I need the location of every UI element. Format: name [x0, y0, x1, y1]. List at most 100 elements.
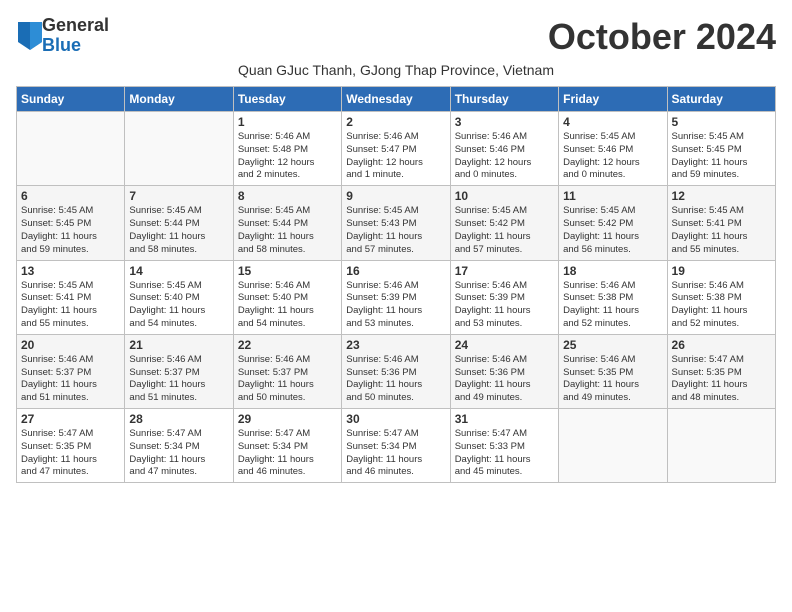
calendar-cell: 12 Sunrise: 5:45 AM Sunset: 5:41 PM Dayli…	[667, 186, 775, 260]
day-number: 16	[346, 264, 445, 278]
day-info: Sunrise: 5:46 AM Sunset: 5:37 PM Dayligh…	[129, 354, 228, 405]
calendar-cell: 19 Sunrise: 5:46 AM Sunset: 5:38 PM Dayli…	[667, 260, 775, 334]
day-header-wednesday: Wednesday	[342, 87, 450, 112]
calendar-cell: 5 Sunrise: 5:45 AM Sunset: 5:45 PM Daylig…	[667, 112, 775, 186]
calendar-cell: 4 Sunrise: 5:45 AM Sunset: 5:46 PM Daylig…	[559, 112, 667, 186]
calendar-week-row: 1 Sunrise: 5:46 AM Sunset: 5:48 PM Daylig…	[17, 112, 776, 186]
logo: General Blue	[16, 16, 109, 56]
day-info: Sunrise: 5:46 AM Sunset: 5:36 PM Dayligh…	[346, 354, 445, 405]
calendar-cell: 21 Sunrise: 5:46 AM Sunset: 5:37 PM Dayli…	[125, 334, 233, 408]
day-number: 28	[129, 412, 228, 426]
day-number: 7	[129, 189, 228, 203]
calendar-cell	[667, 409, 775, 483]
day-info: Sunrise: 5:45 AM Sunset: 5:46 PM Dayligh…	[563, 131, 662, 182]
day-info: Sunrise: 5:45 AM Sunset: 5:41 PM Dayligh…	[672, 205, 771, 256]
day-number: 9	[346, 189, 445, 203]
calendar-cell	[125, 112, 233, 186]
day-number: 30	[346, 412, 445, 426]
day-number: 24	[455, 338, 554, 352]
calendar-cell: 29 Sunrise: 5:47 AM Sunset: 5:34 PM Dayli…	[233, 409, 341, 483]
calendar-cell: 9 Sunrise: 5:45 AM Sunset: 5:43 PM Daylig…	[342, 186, 450, 260]
day-number: 29	[238, 412, 337, 426]
calendar-week-row: 27Sunrise: 5:47 AM Sunset: 5:35 PM Dayli…	[17, 409, 776, 483]
location-subtitle: Quan GJuc Thanh, GJong Thap Province, Vi…	[16, 62, 776, 78]
calendar-cell: 25 Sunrise: 5:46 AM Sunset: 5:35 PM Dayli…	[559, 334, 667, 408]
day-info: Sunrise: 5:46 AM Sunset: 5:36 PM Dayligh…	[455, 354, 554, 405]
day-info: Sunrise: 5:45 AM Sunset: 5:42 PM Dayligh…	[455, 205, 554, 256]
day-number: 19	[672, 264, 771, 278]
calendar-cell: 22 Sunrise: 5:46 AM Sunset: 5:37 PM Dayli…	[233, 334, 341, 408]
day-header-tuesday: Tuesday	[233, 87, 341, 112]
day-info: Sunrise: 5:46 AM Sunset: 5:37 PM Dayligh…	[21, 354, 120, 405]
day-number: 14	[129, 264, 228, 278]
day-info: Sunrise: 5:46 AM Sunset: 5:35 PM Dayligh…	[563, 354, 662, 405]
day-info: Sunrise: 5:45 AM Sunset: 5:44 PM Dayligh…	[129, 205, 228, 256]
day-number: 8	[238, 189, 337, 203]
day-info: Sunrise: 5:46 AM Sunset: 5:39 PM Dayligh…	[346, 280, 445, 331]
day-info: Sunrise: 5:46 AM Sunset: 5:47 PM Dayligh…	[346, 131, 445, 182]
day-info: Sunrise: 5:46 AM Sunset: 5:46 PM Dayligh…	[455, 131, 554, 182]
calendar-cell: 8Sunrise: 5:45 AM Sunset: 5:44 PM Daylig…	[233, 186, 341, 260]
calendar-cell: 20Sunrise: 5:46 AM Sunset: 5:37 PM Dayli…	[17, 334, 125, 408]
calendar-cell: 2 Sunrise: 5:46 AM Sunset: 5:47 PM Daylig…	[342, 112, 450, 186]
day-number: 6	[21, 189, 120, 203]
calendar-cell: 16 Sunrise: 5:46 AM Sunset: 5:39 PM Dayli…	[342, 260, 450, 334]
calendar-week-row: 20Sunrise: 5:46 AM Sunset: 5:37 PM Dayli…	[17, 334, 776, 408]
day-number: 17	[455, 264, 554, 278]
day-info: Sunrise: 5:46 AM Sunset: 5:48 PM Dayligh…	[238, 131, 337, 182]
day-number: 22	[238, 338, 337, 352]
day-number: 21	[129, 338, 228, 352]
calendar-cell: 17Sunrise: 5:46 AM Sunset: 5:39 PM Dayli…	[450, 260, 558, 334]
day-info: Sunrise: 5:45 AM Sunset: 5:42 PM Dayligh…	[563, 205, 662, 256]
calendar-cell: 3Sunrise: 5:46 AM Sunset: 5:46 PM Daylig…	[450, 112, 558, 186]
calendar-cell: 24 Sunrise: 5:46 AM Sunset: 5:36 PM Dayli…	[450, 334, 558, 408]
calendar-cell: 7 Sunrise: 5:45 AM Sunset: 5:44 PM Daylig…	[125, 186, 233, 260]
day-number: 26	[672, 338, 771, 352]
day-number: 2	[346, 115, 445, 129]
page-header: General Blue October 2024	[16, 16, 776, 58]
day-info: Sunrise: 5:47 AM Sunset: 5:35 PM Dayligh…	[672, 354, 771, 405]
day-info: Sunrise: 5:46 AM Sunset: 5:40 PM Dayligh…	[238, 280, 337, 331]
calendar-cell: 26 Sunrise: 5:47 AM Sunset: 5:35 PM Dayli…	[667, 334, 775, 408]
day-number: 13	[21, 264, 120, 278]
calendar-cell: 23 Sunrise: 5:46 AM Sunset: 5:36 PM Dayli…	[342, 334, 450, 408]
day-info: Sunrise: 5:45 AM Sunset: 5:41 PM Dayligh…	[21, 280, 120, 331]
day-number: 18	[563, 264, 662, 278]
day-header-friday: Friday	[559, 87, 667, 112]
day-number: 12	[672, 189, 771, 203]
day-info: Sunrise: 5:47 AM Sunset: 5:34 PM Dayligh…	[346, 428, 445, 479]
calendar-cell: 27Sunrise: 5:47 AM Sunset: 5:35 PM Dayli…	[17, 409, 125, 483]
calendar-cell: 28 Sunrise: 5:47 AM Sunset: 5:34 PM Dayli…	[125, 409, 233, 483]
day-info: Sunrise: 5:45 AM Sunset: 5:43 PM Dayligh…	[346, 205, 445, 256]
calendar-cell: 15Sunrise: 5:46 AM Sunset: 5:40 PM Dayli…	[233, 260, 341, 334]
day-info: Sunrise: 5:46 AM Sunset: 5:38 PM Dayligh…	[563, 280, 662, 331]
day-info: Sunrise: 5:47 AM Sunset: 5:33 PM Dayligh…	[455, 428, 554, 479]
day-number: 23	[346, 338, 445, 352]
day-number: 11	[563, 189, 662, 203]
day-info: Sunrise: 5:46 AM Sunset: 5:37 PM Dayligh…	[238, 354, 337, 405]
logo-icon	[18, 22, 42, 50]
day-info: Sunrise: 5:47 AM Sunset: 5:34 PM Dayligh…	[238, 428, 337, 479]
logo-general-text: General	[42, 16, 109, 36]
day-number: 1	[238, 115, 337, 129]
month-title: October 2024	[548, 16, 776, 58]
day-info: Sunrise: 5:46 AM Sunset: 5:38 PM Dayligh…	[672, 280, 771, 331]
day-info: Sunrise: 5:45 AM Sunset: 5:45 PM Dayligh…	[672, 131, 771, 182]
day-number: 4	[563, 115, 662, 129]
day-info: Sunrise: 5:45 AM Sunset: 5:45 PM Dayligh…	[21, 205, 120, 256]
day-number: 27	[21, 412, 120, 426]
calendar-cell: 31 Sunrise: 5:47 AM Sunset: 5:33 PM Dayli…	[450, 409, 558, 483]
day-header-monday: Monday	[125, 87, 233, 112]
calendar-week-row: 13 Sunrise: 5:45 AM Sunset: 5:41 PM Dayli…	[17, 260, 776, 334]
calendar-cell: 6 Sunrise: 5:45 AM Sunset: 5:45 PM Daylig…	[17, 186, 125, 260]
calendar-cell: 14Sunrise: 5:45 AM Sunset: 5:40 PM Dayli…	[125, 260, 233, 334]
day-number: 5	[672, 115, 771, 129]
day-number: 31	[455, 412, 554, 426]
day-header-saturday: Saturday	[667, 87, 775, 112]
day-header-thursday: Thursday	[450, 87, 558, 112]
day-header-sunday: Sunday	[17, 87, 125, 112]
day-number: 25	[563, 338, 662, 352]
day-info: Sunrise: 5:47 AM Sunset: 5:34 PM Dayligh…	[129, 428, 228, 479]
logo-blue-text: Blue	[42, 36, 109, 56]
calendar-week-row: 6 Sunrise: 5:45 AM Sunset: 5:45 PM Daylig…	[17, 186, 776, 260]
